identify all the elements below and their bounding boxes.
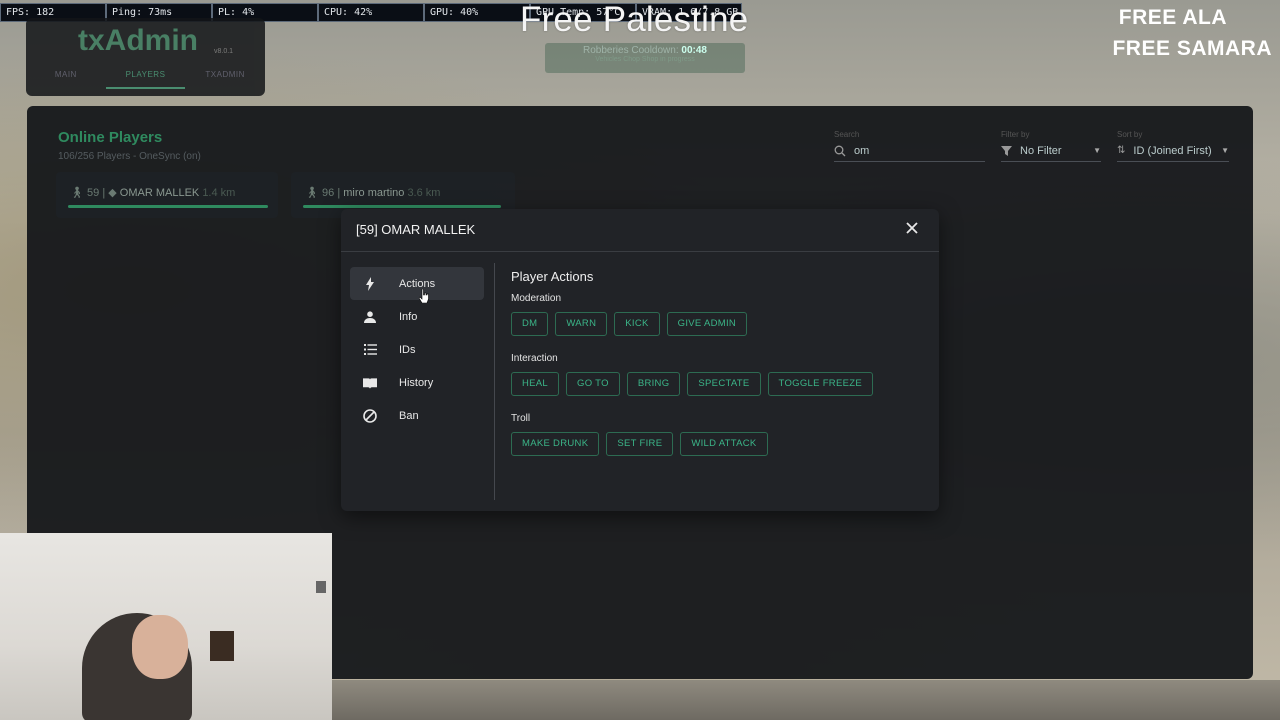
ban-icon bbox=[363, 408, 377, 423]
group-label-troll: Troll bbox=[511, 413, 531, 424]
search-input[interactable]: om bbox=[834, 140, 985, 162]
cpu-readout: CPU: 42% bbox=[318, 3, 424, 22]
player-distance: 3.6 km bbox=[407, 187, 441, 199]
wall-fixture bbox=[316, 581, 326, 593]
search-value: om bbox=[854, 144, 870, 157]
gpu-readout: GPU: 40% bbox=[424, 3, 530, 22]
menu-item-actions[interactable]: Actions bbox=[350, 267, 484, 300]
sort-icon: ⇅ bbox=[1117, 145, 1126, 156]
stream-overlay-text-2: FREE SAMARA bbox=[1112, 37, 1272, 60]
menu-item-ids[interactable]: IDs bbox=[350, 333, 484, 366]
modal-title: [59] OMAR MALLEK bbox=[356, 222, 476, 237]
bolt-icon bbox=[363, 276, 377, 291]
players-count: 106/256 Players - OneSync (on) bbox=[58, 151, 201, 162]
txadmin-logo: txAdmin bbox=[78, 24, 198, 57]
search-icon bbox=[834, 145, 846, 156]
player-health-bar bbox=[68, 205, 268, 208]
book-icon bbox=[363, 376, 377, 390]
walking-icon: 🚶︎ bbox=[70, 187, 84, 199]
player-health-bar bbox=[303, 205, 501, 208]
txadmin-menu-header: txAdmin v8.0.1 MAIN PLAYERS TXADMIN bbox=[26, 18, 265, 96]
chevron-down-icon: ▼ bbox=[1221, 146, 1229, 155]
txadmin-nav: MAIN PLAYERS TXADMIN bbox=[26, 70, 265, 89]
close-button[interactable] bbox=[903, 221, 921, 239]
menu-item-label: Actions bbox=[399, 277, 436, 290]
filter-icon bbox=[1001, 146, 1012, 156]
webcam-feed bbox=[0, 533, 332, 720]
bring-button[interactable]: BRING bbox=[626, 372, 681, 396]
filter-label: Filter by bbox=[1001, 130, 1030, 139]
tab-txadmin[interactable]: TXADMIN bbox=[185, 70, 265, 89]
person-icon bbox=[363, 310, 377, 324]
go-to-button[interactable]: GO TO bbox=[566, 372, 620, 396]
list-icon bbox=[363, 343, 377, 357]
stream-overlay-text-1: FREE ALA bbox=[1118, 6, 1227, 29]
shield-icon: ◆ bbox=[108, 187, 117, 199]
modal-header: [59] OMAR MALLEK bbox=[341, 209, 939, 252]
content-title: Player Actions bbox=[511, 269, 594, 284]
make-drunk-button[interactable]: MAKE DRUNK bbox=[511, 432, 600, 456]
player-id: 96 | bbox=[322, 187, 341, 199]
player-id: 59 | bbox=[87, 187, 106, 199]
player-actions-content: Player Actions Moderation DM WARN KICK G… bbox=[511, 269, 873, 473]
modal-side-menu: Actions Info IDs History Ban bbox=[350, 267, 484, 432]
robbery-timer: 00:48 bbox=[681, 45, 707, 56]
stream-overlay-title: Free Palestine bbox=[520, 0, 749, 39]
interaction-buttons: HEAL GO TO BRING SPECTATE TOGGLE FREEZE bbox=[511, 372, 873, 396]
warn-button[interactable]: WARN bbox=[555, 312, 608, 336]
kick-button[interactable]: KICK bbox=[614, 312, 660, 336]
menu-item-info[interactable]: Info bbox=[350, 300, 484, 333]
moderation-buttons: DM WARN KICK GIVE ADMIN bbox=[511, 312, 873, 336]
spectate-button[interactable]: SPECTATE bbox=[687, 372, 761, 396]
menu-item-label: Info bbox=[399, 310, 418, 323]
filter-select[interactable]: No Filter ▼ bbox=[1001, 140, 1101, 162]
toggle-freeze-button[interactable]: TOGGLE FREEZE bbox=[767, 372, 873, 396]
robbery-subtext: Vehicles Chop Shop in progress bbox=[595, 56, 695, 63]
menu-item-history[interactable]: History bbox=[350, 366, 484, 399]
chevron-down-icon: ▼ bbox=[1093, 146, 1101, 155]
give-admin-button[interactable]: GIVE ADMIN bbox=[666, 312, 748, 336]
player-card[interactable]: 🚶︎ 59 | ◆ OMAR MALLEK 1.4 km bbox=[56, 172, 278, 218]
sort-label: Sort by bbox=[1117, 130, 1143, 139]
group-label-interaction: Interaction bbox=[511, 353, 558, 364]
heal-button[interactable]: HEAL bbox=[511, 372, 560, 396]
modal-divider bbox=[494, 263, 495, 500]
menu-item-label: IDs bbox=[399, 343, 416, 356]
group-label-moderation: Moderation bbox=[511, 293, 562, 304]
wild-attack-button[interactable]: WILD ATTACK bbox=[680, 432, 768, 456]
search-label: Search bbox=[834, 130, 860, 139]
player-distance: 1.4 km bbox=[202, 187, 236, 199]
walking-icon: 🚶︎ bbox=[305, 187, 319, 199]
streamer-face bbox=[132, 615, 188, 679]
page-title: Online Players bbox=[58, 129, 163, 146]
player-name: OMAR MALLEK bbox=[119, 187, 200, 199]
dm-button[interactable]: DM bbox=[511, 312, 549, 336]
wall-poster bbox=[210, 631, 234, 661]
txadmin-version: v8.0.1 bbox=[214, 48, 234, 55]
sort-value: ID (Joined First) bbox=[1133, 144, 1212, 157]
menu-item-label: Ban bbox=[399, 409, 419, 422]
troll-buttons: MAKE DRUNK SET FIRE WILD ATTACK bbox=[511, 432, 873, 456]
close-icon bbox=[906, 222, 918, 234]
hand-cursor-icon bbox=[419, 289, 429, 303]
sort-select[interactable]: ⇅ ID (Joined First) ▼ bbox=[1117, 140, 1229, 162]
player-name: miro martino bbox=[343, 187, 405, 199]
menu-item-ban[interactable]: Ban bbox=[350, 399, 484, 432]
robbery-label: Robberies Cooldown: bbox=[583, 45, 679, 56]
tab-main[interactable]: MAIN bbox=[26, 70, 106, 89]
tab-players[interactable]: PLAYERS bbox=[105, 70, 186, 89]
game-road bbox=[332, 680, 1280, 720]
menu-item-label: History bbox=[399, 376, 434, 389]
player-modal: [59] OMAR MALLEK Actions Info IDs Histor… bbox=[341, 209, 939, 511]
robbery-cooldown-banner: Robberies Cooldown: 00:48 Vehicles Chop … bbox=[545, 43, 745, 73]
set-fire-button[interactable]: SET FIRE bbox=[606, 432, 674, 456]
filter-value: No Filter bbox=[1020, 144, 1062, 157]
